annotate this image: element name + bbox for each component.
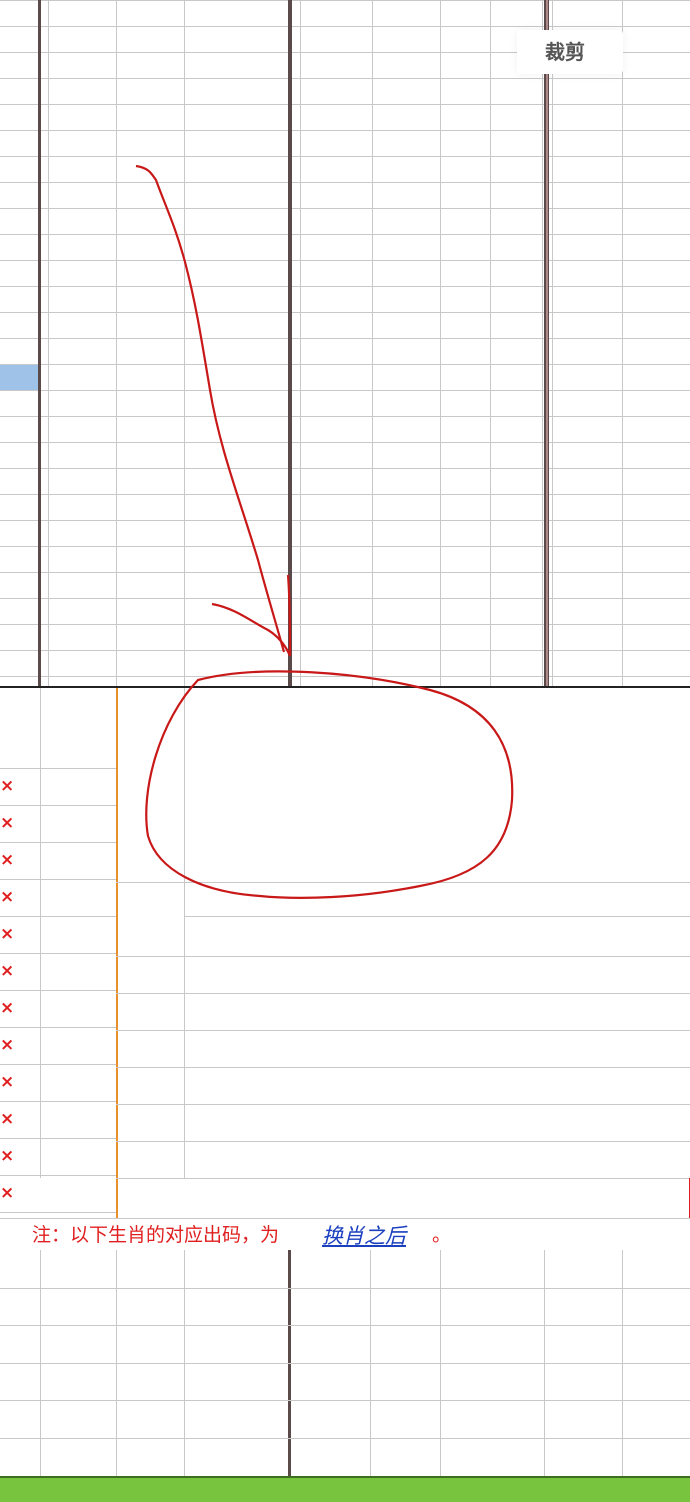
- grid-hline: [0, 916, 116, 917]
- grid-vline: [48, 0, 49, 686]
- frequency-table: × × × × × × × × × × × ×: [0, 688, 690, 1218]
- grid-hline: [0, 468, 690, 469]
- column-divider: [288, 0, 292, 686]
- period-marker: ×: [0, 887, 15, 907]
- grid-vline: [300, 0, 301, 686]
- note-link[interactable]: 换肖之后: [322, 1226, 406, 1247]
- grid-hline: [0, 1288, 690, 1289]
- period-marker: ×: [0, 850, 15, 870]
- grid-hline: [116, 1141, 690, 1142]
- grid-vline: [542, 0, 543, 686]
- grid-hline: [0, 182, 690, 183]
- grid-hline: [0, 520, 690, 521]
- grid-hline: [116, 1104, 690, 1105]
- grid-hline: [0, 1138, 116, 1139]
- grid-hline: [0, 546, 690, 547]
- grid-vline: [40, 688, 41, 1178]
- grid-hline: [0, 1438, 690, 1439]
- grid-hline: [0, 26, 690, 27]
- period-marker: ×: [0, 961, 15, 981]
- period-marker: ×: [0, 813, 15, 833]
- zodiac-grid: [0, 1250, 690, 1476]
- grid-hline: [0, 364, 690, 365]
- grid-vline: [622, 0, 623, 686]
- grid-hline: [116, 956, 690, 957]
- grid-hline: [0, 1400, 690, 1401]
- grid-hline: [0, 1101, 116, 1102]
- grid-hline: [0, 1212, 116, 1213]
- grid-hline: [0, 312, 690, 313]
- column-divider: [546, 0, 548, 686]
- grid-hline: [0, 953, 116, 954]
- grid-hline: [0, 442, 690, 443]
- crop-button-label: 裁剪: [545, 40, 585, 64]
- grid-hline: [116, 1178, 690, 1179]
- grid-hline: [0, 156, 690, 157]
- period-marker: ×: [0, 1109, 15, 1129]
- grid-hline: [0, 390, 690, 391]
- grid-hline: [0, 598, 690, 599]
- grid-vline: [372, 0, 373, 686]
- grid-hline: [0, 624, 690, 625]
- period-marker: ×: [0, 776, 15, 796]
- grid-hline: [0, 1363, 690, 1364]
- period-marker: ×: [0, 1146, 15, 1166]
- grid-hline: [0, 338, 690, 339]
- note-suffix: 。: [432, 1224, 452, 1246]
- grid-hline: [0, 990, 116, 991]
- grid-hline: [0, 1064, 116, 1065]
- column-divider: [38, 0, 41, 686]
- grid-hline: [0, 0, 690, 1]
- grid-hline: [116, 993, 690, 994]
- grid-vline: [440, 0, 441, 686]
- grid-hline: [0, 208, 690, 209]
- grid-hline: [0, 1027, 116, 1028]
- grid-hline: [0, 768, 116, 769]
- grid-hline: [0, 676, 690, 677]
- grid-hline: [0, 104, 690, 105]
- grid-hline: [0, 130, 690, 131]
- period-marker: ×: [0, 1183, 15, 1203]
- grid-hline: [0, 842, 116, 843]
- grid-hline: [0, 234, 690, 235]
- grid-hline: [0, 805, 116, 806]
- grid-hline: [0, 78, 690, 79]
- grid-hline: [0, 572, 690, 573]
- grid-hline: [116, 1030, 690, 1031]
- grid-hline: [0, 1175, 116, 1176]
- period-marker: ×: [0, 924, 15, 944]
- top-sheet: [0, 0, 690, 688]
- grid-vline: [552, 0, 553, 686]
- note-prefix: 注：以下生肖的对应出码，为: [32, 1224, 280, 1246]
- grid-hline: [0, 286, 690, 287]
- footer-bar: [0, 1476, 690, 1502]
- grid-hline: [0, 1325, 690, 1326]
- grid-hline: [0, 879, 116, 880]
- period-marker: ×: [0, 1035, 15, 1055]
- note-row: 注：以下生肖的对应出码，为 换肖之后 。: [0, 1218, 690, 1251]
- highlight-cell: [0, 365, 38, 390]
- grid-hline: [0, 416, 690, 417]
- grid-hline: [0, 650, 690, 651]
- period-marker: ×: [0, 1072, 15, 1092]
- crop-button[interactable]: 裁剪: [517, 30, 623, 74]
- grid-hline: [0, 494, 690, 495]
- grid-vline: [116, 688, 118, 1218]
- grid-vline: [184, 0, 185, 686]
- grid-vline: [184, 688, 185, 882]
- grid-vline: [116, 0, 117, 686]
- grid-hline: [0, 260, 690, 261]
- grid-hline: [184, 916, 690, 917]
- period-marker: ×: [0, 998, 15, 1018]
- grid-vline: [490, 0, 491, 686]
- grid-hline: [116, 1067, 690, 1068]
- grid-hline: [116, 882, 690, 883]
